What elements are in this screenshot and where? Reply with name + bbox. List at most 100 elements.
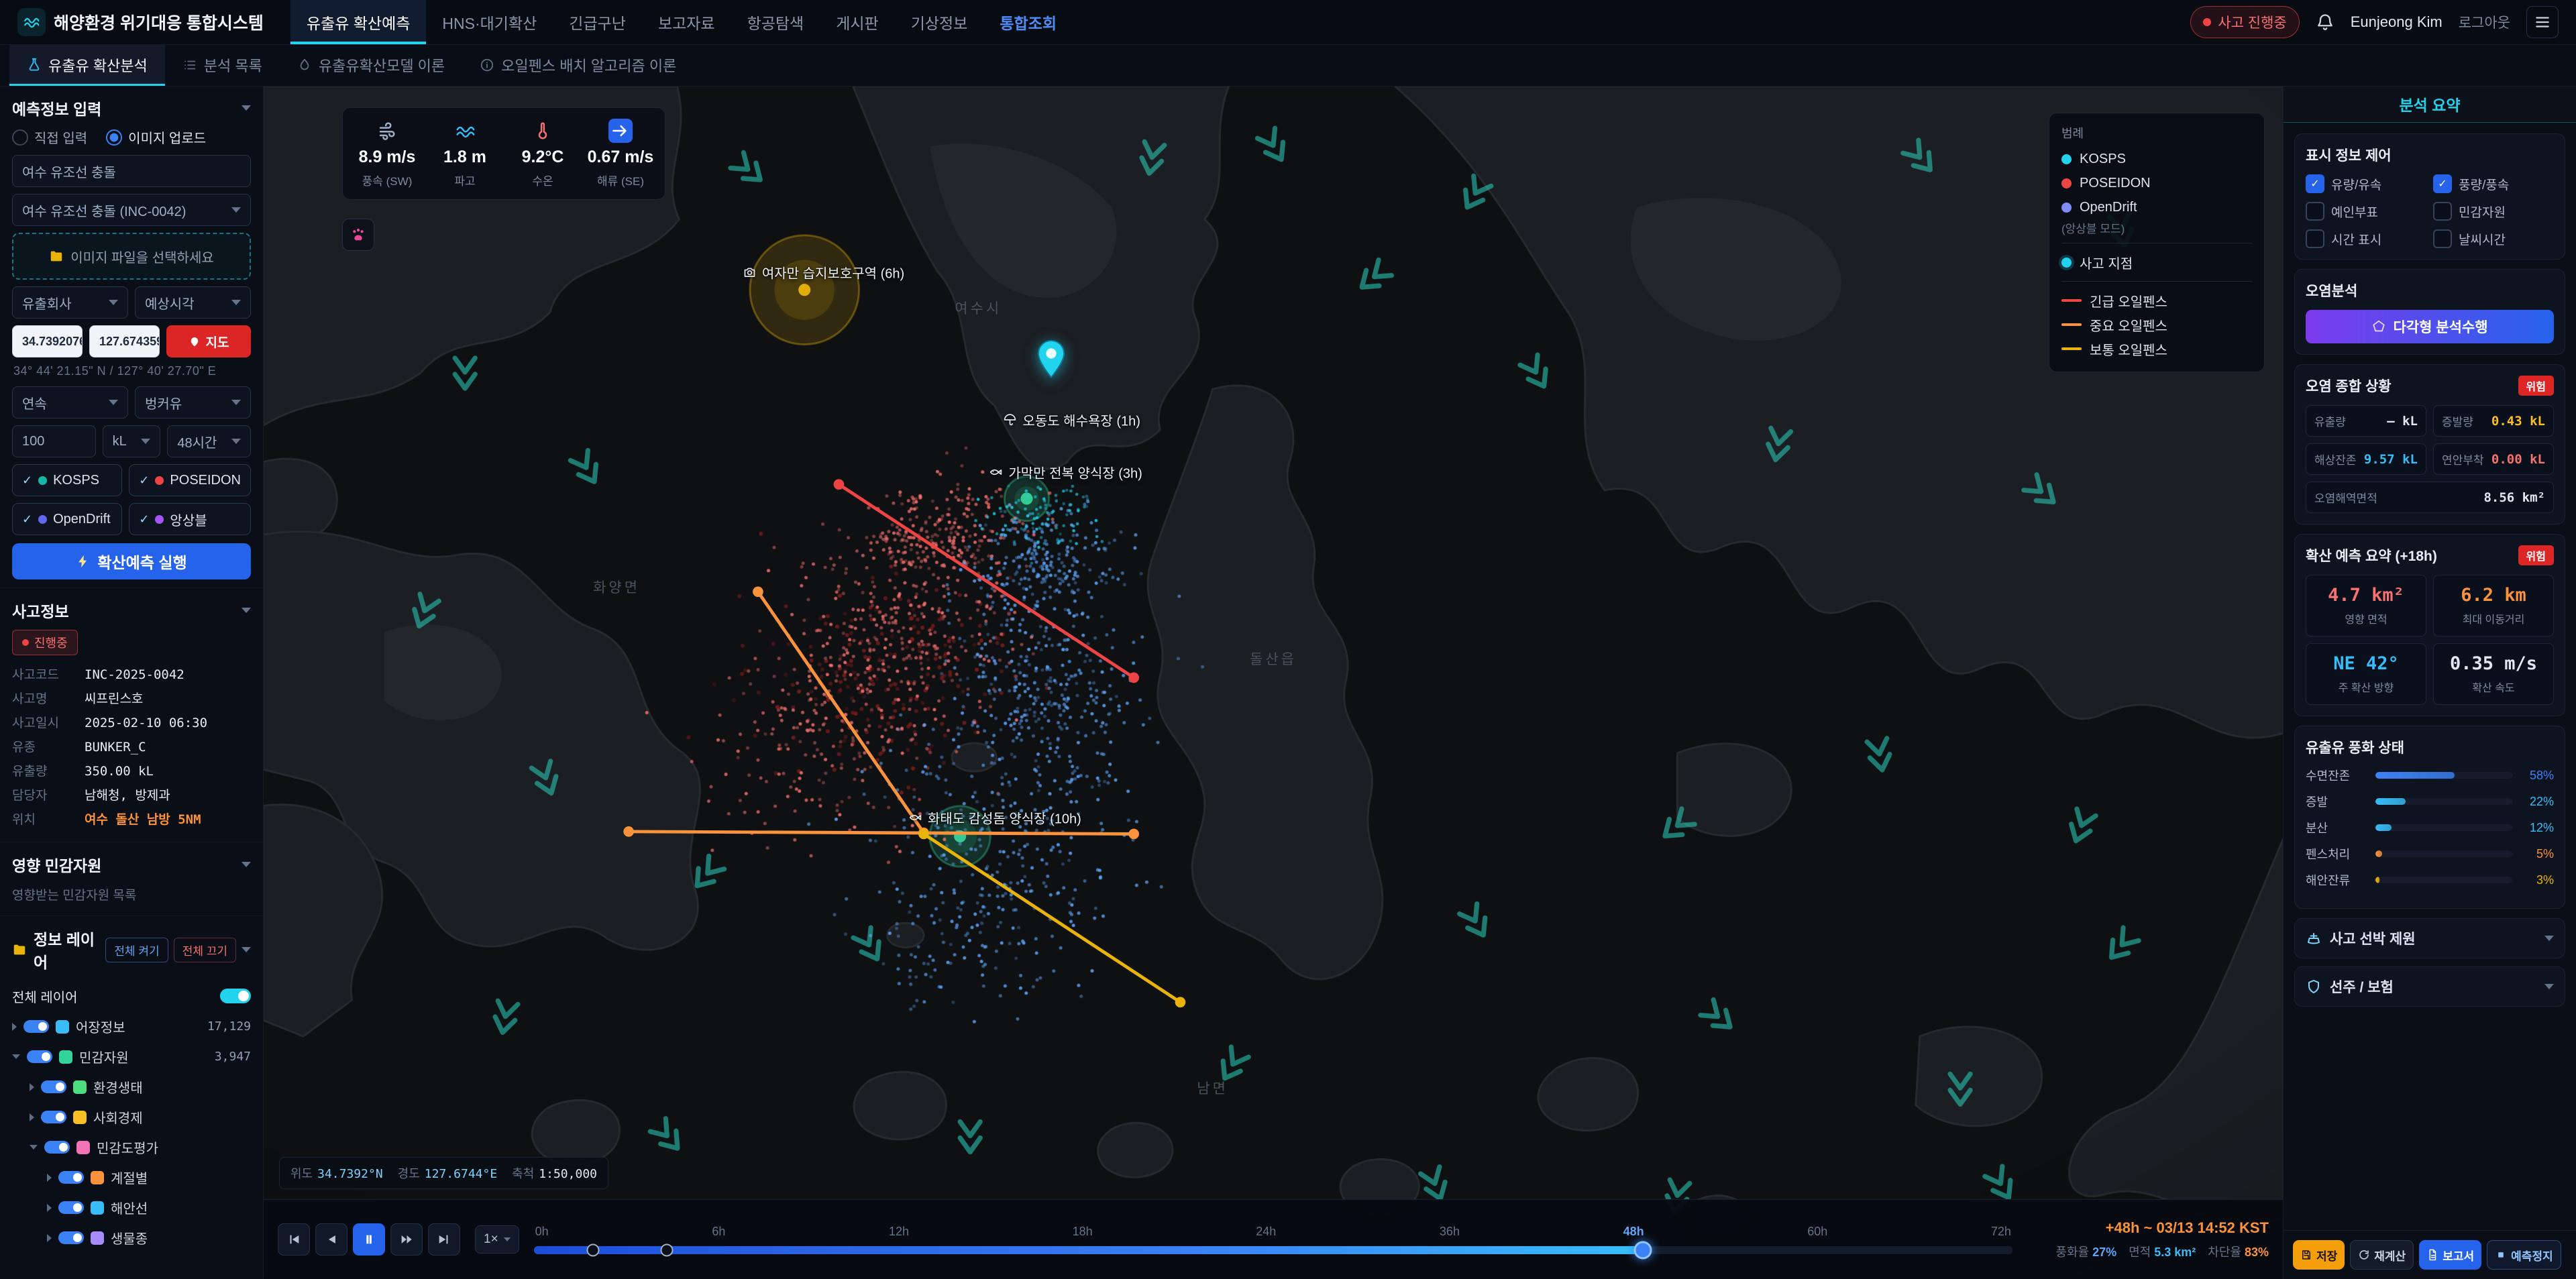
layer-item[interactable]: 계절별 [12,1162,251,1192]
timeline-track[interactable] [534,1246,2012,1254]
layer-item[interactable]: 생물종 [12,1223,251,1253]
timeline-tick[interactable]: 72h [1991,1225,2011,1239]
model-chip-앙상블[interactable]: ✓앙상블 [129,503,251,535]
display-checkbox-유량/유속[interactable]: ✓유량/유속 [2306,174,2426,193]
run-prediction-button[interactable]: 확산예측 실행 [12,543,251,579]
layer-item[interactable]: 어장정보17,129 [12,1011,251,1042]
checkbox-icon[interactable]: ✓ [2306,174,2324,193]
amount-input[interactable]: 100 [12,425,96,457]
map-canvas-area[interactable]: 여수시화양면돌산읍남면여자만 습지보호구역 (6h)오동도 해수욕장 (1h)가… [263,86,2284,1279]
step-back-button[interactable] [315,1223,347,1256]
nav-item-7[interactable]: 기상정보 [895,0,984,44]
collapsible-section-shield[interactable]: 선주 / 보험 [2294,966,2565,1007]
input-mode-radio-2[interactable]: 이미지 업로드 [106,127,206,147]
latitude-input[interactable]: 34.7392076023 [12,325,83,357]
layer-item[interactable]: 민감도평가 [12,1132,251,1162]
timeline-event-marker[interactable] [661,1244,674,1257]
timeline-knob[interactable] [1633,1241,1652,1260]
timeline-tick[interactable]: 36h [1440,1225,1460,1239]
nav-item-3[interactable]: 긴급구난 [553,0,642,44]
tab-1[interactable]: 유출유 확산분석 [9,44,165,86]
master-layer-toggle[interactable] [220,989,251,1003]
longitude-input[interactable]: 127.674359903 [89,325,160,357]
model-chip-POSEIDON[interactable]: ✓POSEIDON [129,464,251,496]
notifications-button[interactable] [2316,13,2334,32]
spill-mode-select[interactable]: 연속 [12,386,128,419]
tab-2[interactable]: 분석 목록 [165,44,280,86]
company-select[interactable]: 유출회사 [12,286,128,319]
layers-all-off-button[interactable]: 전체 끄기 [174,938,236,962]
oil-type-select[interactable]: 벙커유 [135,386,251,419]
재계산-button[interactable]: 재계산 [2350,1240,2414,1270]
sensitive-overlay-button[interactable] [342,219,374,251]
timeline-tick[interactable]: 0h [535,1225,549,1239]
layers-all-on-button[interactable]: 전체 켜기 [105,938,168,962]
incident-name-input[interactable]: 여수 유조선 충돌 [12,155,251,187]
display-checkbox-날씨시간[interactable]: 날씨시간 [2433,229,2554,248]
layer-toggle[interactable] [58,1201,84,1214]
collapse-chevron-icon[interactable] [241,947,251,952]
layer-item[interactable]: 환경생태 [12,1072,251,1102]
expand-arrow-icon[interactable] [30,1145,38,1150]
layer-item[interactable]: 해안선 [12,1192,251,1223]
expand-arrow-icon[interactable] [47,1234,52,1242]
display-checkbox-풍량/풍속[interactable]: ✓풍량/풍속 [2433,174,2554,193]
speed-select[interactable]: 1× [475,1225,519,1254]
collapse-chevron-icon[interactable] [241,862,251,867]
display-checkbox-시간 표시[interactable]: 시간 표시 [2306,229,2426,248]
layer-toggle[interactable] [58,1171,84,1184]
timeline-tick[interactable]: 6h [712,1225,725,1239]
fast-forward-button[interactable] [390,1223,423,1256]
display-checkbox-예인부표[interactable]: 예인부표 [2306,202,2426,221]
checkbox-icon[interactable]: ✓ [2433,174,2452,193]
expand-arrow-icon[interactable] [47,1174,52,1182]
pause-button[interactable] [353,1223,385,1256]
timeline-tick[interactable]: 12h [889,1225,909,1239]
collapsible-section-ship[interactable]: 사고 선박 제원 [2294,918,2565,958]
collapse-chevron-icon[interactable] [241,105,251,111]
input-mode-radio-1[interactable]: 직접 입력 [12,127,87,147]
checkbox-icon[interactable] [2433,229,2452,248]
timeline-tick[interactable]: 24h [1256,1225,1276,1239]
checkbox-icon[interactable] [2433,202,2452,221]
layer-toggle[interactable] [41,1080,66,1093]
expand-arrow-icon[interactable] [47,1204,52,1212]
nav-item-2[interactable]: HNS·대기확산 [426,0,553,44]
nav-item-4[interactable]: 보고자료 [642,0,731,44]
nav-item-1[interactable]: 유출유 확산예측 [290,0,427,44]
layer-item[interactable]: 사회경제 [12,1102,251,1132]
nav-item-8[interactable]: 통합조회 [983,0,1073,44]
nav-item-6[interactable]: 게시판 [820,0,894,44]
duration-select[interactable]: 48시간 [167,425,251,457]
polygon-analysis-button[interactable]: 다각형 분석수행 [2306,310,2554,343]
expand-arrow-icon[interactable] [30,1113,34,1121]
unit-select[interactable]: kL [103,425,161,457]
map-pick-button[interactable]: 지도 [166,325,251,357]
incident-pin[interactable] [1036,340,1067,379]
expected-time-select[interactable]: 예상시각 [135,286,251,319]
menu-button[interactable] [2526,6,2559,38]
예측정지-button[interactable]: 예측정지 [2487,1240,2561,1270]
layer-toggle[interactable] [23,1020,49,1033]
skip-end-button[interactable] [428,1223,460,1256]
timeline-event-marker[interactable] [586,1244,599,1257]
image-upload-dropzone[interactable]: 이미지 파일을 선택하세요 [12,233,251,280]
expand-arrow-icon[interactable] [12,1023,17,1031]
layer-toggle[interactable] [27,1050,52,1063]
display-checkbox-민감자원[interactable]: 민감자원 [2433,202,2554,221]
layer-toggle[interactable] [41,1111,66,1123]
timeline-tick[interactable]: 18h [1073,1225,1093,1239]
저장-button[interactable]: 저장 [2293,1240,2345,1270]
layer-toggle[interactable] [58,1231,84,1244]
timeline-tick[interactable]: 60h [1807,1225,1827,1239]
timeline-tick[interactable]: 48h [1623,1225,1644,1239]
skip-start-button[interactable] [278,1223,310,1256]
expand-arrow-icon[interactable] [12,1054,20,1059]
incident-select[interactable]: 여수 유조선 충돌 (INC-0042) [12,194,251,226]
checkbox-icon[interactable] [2306,202,2324,221]
layer-item[interactable]: 민감자원3,947 [12,1042,251,1072]
checkbox-icon[interactable] [2306,229,2324,248]
tab-3[interactable]: 유출유확산모델 이론 [280,44,462,86]
model-chip-OpenDrift[interactable]: ✓OpenDrift [12,503,122,535]
layer-toggle[interactable] [44,1141,70,1154]
